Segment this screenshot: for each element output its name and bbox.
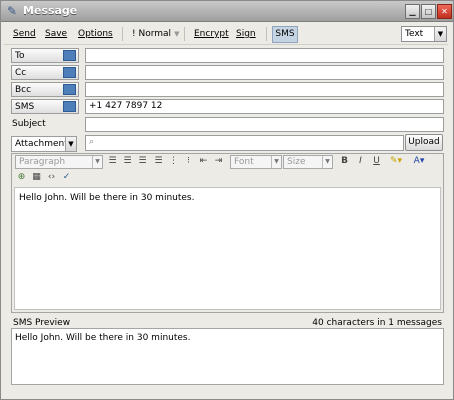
- size-value: Size: [287, 157, 306, 167]
- maximize-button[interactable]: □: [421, 4, 436, 19]
- indent-icon[interactable]: ⇥: [213, 156, 224, 167]
- bold-icon[interactable]: B: [339, 156, 350, 167]
- priority-label: Normal: [138, 29, 172, 39]
- sms-preview-box: Hello John. Will be there in 30 minutes.: [11, 328, 444, 385]
- close-button[interactable]: ✕: [437, 4, 452, 19]
- chevron-down-icon: ▼: [322, 156, 332, 168]
- address-book-icon: [63, 84, 76, 95]
- highlight-color-icon[interactable]: ✎▾: [387, 156, 405, 167]
- format-value: Text: [405, 29, 424, 39]
- address-book-icon: [63, 101, 76, 112]
- cc-field[interactable]: [85, 65, 444, 80]
- subject-row: Subject: [11, 117, 444, 132]
- bcc-row: Bcc: [11, 82, 444, 97]
- subject-field[interactable]: [85, 117, 444, 132]
- cc-label: Cc: [15, 68, 27, 78]
- message-toolbar: Send Save Options ! Normal ▼ Encrypt Sign…: [4, 24, 448, 45]
- table-icon[interactable]: ▦: [31, 172, 42, 183]
- sign-button[interactable]: Sign: [236, 29, 256, 39]
- editor-toolbar-secondary: ⊕ ▦ ‹› ✓: [16, 171, 136, 185]
- font-value: Font: [234, 157, 254, 167]
- outdent-icon[interactable]: ⇤: [198, 156, 209, 167]
- italic-icon[interactable]: I: [355, 156, 366, 167]
- sms-address-button[interactable]: SMS: [11, 99, 79, 114]
- chevron-down-icon: ▼: [92, 156, 102, 168]
- attachments-label: Attachments: [15, 139, 73, 149]
- window-title: Message: [23, 4, 78, 17]
- font-select[interactable]: Font ▼: [230, 155, 282, 169]
- align-right-icon[interactable]: ☰: [137, 156, 148, 167]
- numbered-list-icon[interactable]: ⋮: [168, 156, 179, 167]
- compose-icon: ✎: [6, 4, 18, 18]
- paragraph-value: Paragraph: [19, 157, 66, 167]
- to-address-button[interactable]: To: [11, 48, 79, 63]
- attachments-dropdown[interactable]: Attachments ▼: [11, 136, 77, 152]
- paperclip-icon: ⌕: [89, 137, 95, 147]
- chevron-down-icon: ▼: [434, 27, 446, 41]
- upload-button[interactable]: Upload: [405, 134, 443, 151]
- align-left-icon[interactable]: ☰: [107, 156, 118, 167]
- sms-label: SMS: [15, 102, 35, 112]
- sms-number-value: +1 427 7897 12: [89, 101, 163, 111]
- sms-row: SMS +1 427 7897 12: [11, 99, 444, 114]
- paragraph-select[interactable]: Paragraph ▼: [15, 155, 103, 169]
- link-icon[interactable]: ⊕: [16, 172, 27, 183]
- bcc-address-button[interactable]: Bcc: [11, 82, 79, 97]
- priority-dropdown[interactable]: ! Normal ▼: [132, 29, 179, 39]
- message-body[interactable]: Hello John. Will be there in 30 minutes.: [14, 187, 441, 310]
- toolbar-separator: [184, 27, 185, 41]
- title-bar: ✎ Message ▁ □ ✕: [1, 1, 453, 22]
- bcc-label: Bcc: [15, 85, 32, 95]
- cc-address-button[interactable]: Cc: [11, 65, 79, 80]
- sms-toggle-button[interactable]: SMS: [272, 26, 298, 43]
- options-button[interactable]: Options: [78, 29, 113, 39]
- to-field[interactable]: [85, 48, 444, 63]
- sms-number-field[interactable]: +1 427 7897 12: [85, 99, 444, 114]
- sms-preview-text: Hello John. Will be there in 30 minutes.: [15, 333, 191, 343]
- source-code-icon[interactable]: ‹›: [46, 172, 57, 183]
- sms-character-count: 40 characters in 1 messages: [312, 318, 442, 328]
- underline-icon[interactable]: U: [371, 156, 382, 167]
- editor-toolbar: Paragraph ▼ ☰ ☰ ☰ ☰ ⋮ ⁝ ⇤ ⇥ Font ▼ Size …: [15, 155, 440, 169]
- to-label: To: [15, 51, 25, 61]
- size-select[interactable]: Size ▼: [283, 155, 333, 169]
- justify-icon[interactable]: ☰: [153, 156, 164, 167]
- subject-label: Subject: [12, 119, 46, 129]
- rich-text-editor: Paragraph ▼ ☰ ☰ ☰ ☰ ⋮ ⁝ ⇤ ⇥ Font ▼ Size …: [11, 153, 444, 313]
- priority-icon: !: [132, 29, 136, 39]
- text-color-icon[interactable]: A▾: [410, 156, 428, 167]
- format-select[interactable]: Text ▼: [401, 26, 447, 42]
- message-body-text: Hello John. Will be there in 30 minutes.: [19, 193, 195, 203]
- cc-row: Cc: [11, 65, 444, 80]
- address-book-icon: [63, 50, 76, 61]
- bullet-list-icon[interactable]: ⁝: [183, 156, 194, 167]
- message-window: ✎ Message ▁ □ ✕ Send Save Options ! Norm…: [0, 0, 454, 400]
- encrypt-button[interactable]: Encrypt: [194, 29, 229, 39]
- chevron-down-icon: ▼: [174, 30, 180, 38]
- toolbar-separator: [266, 27, 267, 41]
- sms-preview-label: SMS Preview: [13, 318, 71, 328]
- spellcheck-icon[interactable]: ✓: [61, 172, 72, 183]
- attachment-file-field[interactable]: ⌕: [85, 135, 404, 151]
- chevron-down-icon: ▼: [65, 137, 76, 151]
- address-book-icon: [63, 67, 76, 78]
- send-button[interactable]: Send: [13, 29, 36, 39]
- align-center-icon[interactable]: ☰: [122, 156, 133, 167]
- to-row: To: [11, 48, 444, 63]
- bcc-field[interactable]: [85, 82, 444, 97]
- save-button[interactable]: Save: [45, 29, 67, 39]
- minimize-button[interactable]: ▁: [405, 4, 420, 19]
- toolbar-separator: [122, 27, 123, 41]
- chevron-down-icon: ▼: [271, 156, 281, 168]
